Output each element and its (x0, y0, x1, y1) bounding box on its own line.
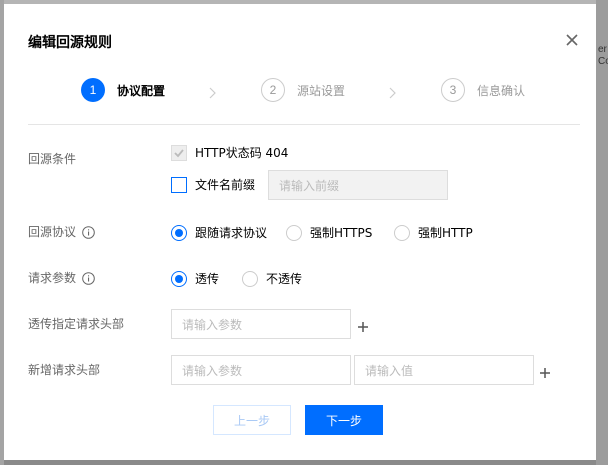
params-no-pass-label: 不透传 (266, 272, 303, 286)
file-prefix-label: 文件名前缀 (195, 178, 256, 192)
prev-step-button[interactable]: 上一步 (213, 405, 291, 435)
info-icon[interactable] (82, 271, 95, 285)
file-prefix-checkbox[interactable] (171, 177, 187, 193)
divider (28, 124, 580, 125)
step-2-number: 2 (261, 78, 285, 102)
protocol-https-radio[interactable] (286, 225, 302, 241)
step-2: 2 源站设置 (261, 78, 345, 102)
origin-protocol-label-text: 回源协议 (28, 225, 77, 239)
add-icon[interactable] (539, 364, 551, 378)
chevron-right-icon (386, 84, 398, 99)
header-value-input[interactable]: 请输入值 (354, 355, 534, 385)
dialog-title: 编辑回源规则 (28, 35, 112, 51)
protocol-follow-label: 跟随请求协议 (195, 226, 268, 240)
step-1-label: 协议配置 (117, 83, 166, 98)
protocol-https-label: 强制HTTPS (310, 226, 373, 240)
passthrough-header-input[interactable]: 请输入参数 (171, 309, 351, 339)
header-param-input[interactable]: 请输入参数 (171, 355, 351, 385)
step-3-label: 信息确认 (477, 83, 526, 98)
passthrough-headers-label: 透传指定请求头部 (28, 317, 125, 331)
protocol-follow-radio[interactable] (171, 225, 187, 241)
backdrop-right (596, 0, 608, 465)
request-params-label-text: 请求参数 (28, 271, 77, 285)
origin-condition-label: 回源条件 (28, 152, 77, 166)
close-icon[interactable] (564, 32, 580, 48)
params-no-pass-radio[interactable] (242, 271, 258, 287)
params-pass-label: 透传 (195, 272, 220, 286)
step-3: 3 信息确认 (441, 78, 525, 102)
stepper: 1 协议配置 2 源站设置 3 信息确认 (4, 78, 596, 102)
http-404-checkbox[interactable] (171, 145, 187, 161)
origin-protocol-label: 回源协议 (28, 224, 95, 240)
protocol-http-radio[interactable] (394, 225, 410, 241)
step-1-number: 1 (81, 78, 105, 102)
info-icon[interactable] (82, 225, 95, 239)
params-pass-radio[interactable] (171, 271, 187, 287)
protocol-http-label: 强制HTTP (418, 226, 473, 240)
prefix-input[interactable]: 请输入前缀 (268, 170, 448, 200)
step-3-number: 3 (441, 78, 465, 102)
http-404-label: HTTP状态码 404 (195, 146, 289, 160)
step-1: 1 协议配置 (81, 78, 165, 102)
chevron-right-icon (206, 84, 218, 99)
backdrop-text-fragment: er Co (598, 44, 608, 67)
add-icon[interactable] (357, 318, 369, 332)
edit-origin-rule-dialog: 编辑回源规则 1 协议配置 2 源站设置 3 信息确认 回源条件 HTTP状态码… (4, 4, 596, 460)
add-headers-label: 新增请求头部 (28, 363, 101, 377)
next-step-button[interactable]: 下一步 (305, 405, 383, 435)
step-2-label: 源站设置 (297, 83, 346, 98)
request-params-label: 请求参数 (28, 270, 95, 286)
